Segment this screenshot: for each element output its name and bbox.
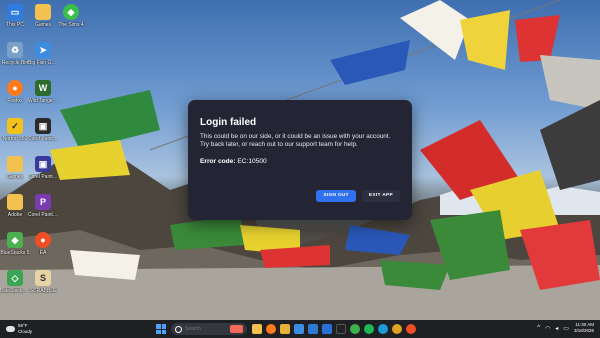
desktop-icon-this-pc[interactable]: ▭ This PC — [0, 4, 30, 28]
desktop-icon-wildtangent[interactable]: W Wild Tangent Games — [28, 80, 58, 104]
firefox-icon: ● — [7, 80, 23, 96]
error-code-value: EC:10500 — [237, 158, 267, 166]
desktop-icon-paintshop-pro[interactable]: ▣ Corel Paint Shop Pro... — [28, 118, 58, 142]
desktop-icon-games[interactable]: Games — [28, 4, 58, 28]
windows-logo-icon — [156, 324, 161, 329]
start-button[interactable] — [156, 324, 166, 334]
desktop-icon-sims[interactable]: ◆ The Sims 4 — [56, 4, 86, 28]
desktop-icon-ea[interactable]: ● EA — [28, 232, 58, 256]
mail-icon[interactable] — [322, 324, 332, 334]
search-input[interactable] — [185, 326, 230, 332]
desktop-icon-label: BlueStacks Multi-Insta... — [0, 288, 30, 294]
dialog-actions: SIGN OUT EXIT APP — [316, 190, 400, 202]
weather-description: Cloudy — [18, 329, 33, 334]
paintshop-icon: ▣ — [35, 156, 51, 172]
photos-icon[interactable] — [294, 324, 304, 334]
ea-icon: ● — [35, 232, 51, 248]
desktop-icon-games-folder[interactable]: Games — [0, 156, 30, 180]
file-explorer-icon[interactable] — [252, 324, 262, 334]
system-tray: ^ ◠ ◂ ▭ 11:30 AM 3/18/2026 — [537, 322, 594, 334]
folder-icon — [7, 156, 23, 172]
painter-icon: P — [35, 194, 51, 210]
clock-date: 3/18/2026 — [573, 328, 594, 333]
chrome-icon[interactable] — [392, 324, 402, 334]
desktop-icon-label: Firefox — [7, 98, 23, 104]
search-highlight-icon — [230, 325, 243, 333]
desktop-icon-label: Recycle Bin — [1, 60, 29, 66]
desktop-icon-adobe-folder[interactable]: Adobe — [0, 194, 30, 218]
cloud-icon — [6, 326, 15, 332]
desktop-icon-scrabble[interactable]: S SCRABBLE — [28, 270, 58, 294]
weather-widget[interactable]: 56°F Cloudy — [6, 323, 32, 335]
error-code-line: Error code: EC:10500 — [200, 158, 400, 165]
dialog-title: Login failed — [200, 117, 257, 128]
dialog-message: This could be on our side, or it could b… — [200, 133, 391, 149]
taskbar: 56°F Cloudy ^ ◠ ◂ ▭ 11:30 AM 3/18/2026 — [0, 320, 600, 338]
desktop-icon-label: Corel PaintSh... — [28, 174, 58, 180]
sims-icon: ◆ — [63, 4, 79, 20]
login-failed-dialog: Login failed This could be on our side, … — [188, 100, 412, 220]
folder-icon[interactable] — [280, 324, 290, 334]
search-icon — [175, 325, 182, 333]
computer-icon: ▭ — [7, 4, 23, 20]
desktop-icon-label: This PC — [6, 22, 24, 28]
bluestacks-multi-icon: ◇ — [7, 270, 23, 286]
spotify-icon[interactable] — [364, 324, 374, 334]
desktop-icon-label: Corel Paint Shop Pro... — [28, 136, 58, 142]
recycle-bin-icon: ♻ — [7, 42, 23, 58]
folder-icon — [35, 4, 51, 20]
clock[interactable]: 11:30 AM 3/18/2026 — [574, 322, 594, 334]
desktop-icon-bigfish[interactable]: ➤ Big Fish Games... — [28, 42, 58, 66]
game-icon[interactable] — [336, 324, 346, 334]
desktop-icon-bluestacks-multi[interactable]: ◇ BlueStacks Multi-Insta... — [0, 270, 30, 294]
norton-icon: ✓ — [7, 118, 23, 134]
desktop-icon-firefox[interactable]: ● Firefox — [0, 80, 30, 104]
desktop-icon-label: Corel Painter Essentials 7 — [28, 212, 58, 218]
volume-icon[interactable]: ◂ — [555, 325, 558, 332]
desktop-icon-label: Norton 360 — [2, 136, 28, 142]
desktop-icon-paintshop[interactable]: ▣ Corel PaintSh... — [28, 156, 58, 180]
bluestacks-icon: ◆ — [7, 232, 23, 248]
desktop-icon-label: Wild Tangent Games — [28, 98, 58, 104]
desktop-icon-label: Games — [6, 174, 24, 180]
desktop-icon-bluestacks[interactable]: ◆ BlueStacks 5 — [0, 232, 30, 256]
wildtangent-icon: W — [35, 80, 51, 96]
desktop-icon-recycle-bin[interactable]: ♻ Recycle Bin — [0, 42, 30, 66]
taskbar-search[interactable] — [171, 323, 247, 335]
taskbar-apps — [252, 324, 416, 334]
desktop-icon-label: Adobe — [7, 212, 23, 218]
firefox-icon[interactable] — [266, 324, 276, 334]
desktop-icon-label: SCRABBLE — [29, 288, 57, 294]
ea-icon[interactable] — [406, 324, 416, 334]
store-icon[interactable] — [308, 324, 318, 334]
wifi-icon[interactable]: ◠ — [545, 325, 550, 332]
desktop-icon-label: Big Fish Games... — [28, 60, 58, 66]
xbox-icon[interactable] — [350, 324, 360, 334]
paintshop-icon: ▣ — [35, 118, 51, 134]
desktop-icon-label: BlueStacks 5 — [0, 250, 30, 256]
error-code-label: Error code: — [200, 158, 236, 166]
scrabble-icon: S — [35, 270, 51, 286]
edge-icon[interactable] — [378, 324, 388, 334]
desktop-icon-norton[interactable]: ✓ Norton 360 — [0, 118, 30, 142]
folder-icon — [7, 194, 23, 210]
bigfish-icon: ➤ — [35, 42, 51, 58]
chevron-up-icon[interactable]: ^ — [537, 325, 540, 331]
exit-app-button[interactable]: EXIT APP — [361, 190, 400, 202]
desktop-icon-corel-painter[interactable]: P Corel Painter Essentials 7 — [28, 194, 58, 218]
battery-icon[interactable]: ▭ — [563, 325, 569, 332]
desktop-icon-label: The Sims 4 — [58, 22, 84, 28]
desktop-icon-label: EA — [39, 250, 47, 256]
desktop-icon-label: Games — [34, 22, 52, 28]
sign-out-button[interactable]: SIGN OUT — [316, 190, 356, 202]
